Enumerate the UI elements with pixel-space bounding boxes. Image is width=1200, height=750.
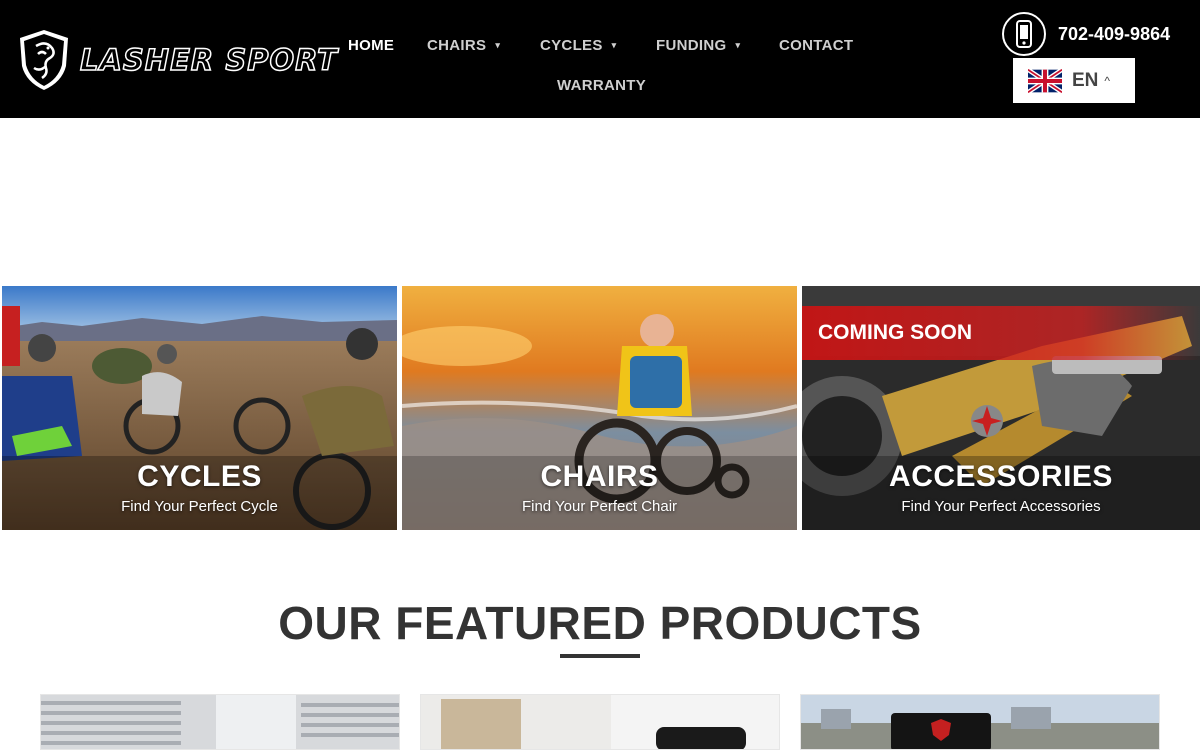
mobile-phone-icon	[1002, 12, 1046, 56]
nav-cycles-label: CYCLES	[540, 37, 603, 54]
nav-cycles[interactable]: CYCLES ▾	[540, 37, 616, 54]
nav-warranty[interactable]: WARRANTY	[557, 77, 646, 94]
phone-number[interactable]: 702-409-9864	[1058, 24, 1170, 45]
nav-contact-label: CONTACT	[779, 37, 854, 54]
language-code: EN	[1072, 69, 1099, 91]
dragon-shield-icon	[20, 30, 68, 90]
product-image	[801, 695, 1159, 749]
nav-contact[interactable]: CONTACT	[779, 37, 853, 54]
featured-products-heading: OUR FEATURED PRODUCTS	[278, 597, 922, 649]
tile-chairs-subtitle: Find Your Perfect Chair	[521, 498, 678, 515]
nav-home-label: HOME	[348, 37, 395, 54]
nav-home[interactable]: HOME	[348, 37, 394, 54]
coming-soon-badge: COMING SOON	[802, 306, 1200, 360]
tile-accessories-title: ACCESSORIES	[889, 460, 1113, 493]
tile-cycles[interactable]: CYCLES Find Your Perfect Cycle	[2, 286, 397, 530]
tile-accessories-subtitle: Find Your Perfect Accessories	[901, 498, 1101, 515]
category-tiles: CYCLES Find Your Perfect Cycle CHAIRS Fi…	[0, 286, 1200, 530]
product-image	[421, 695, 779, 749]
heading-underline	[560, 654, 640, 658]
tile-cycles-title: CYCLES	[137, 460, 262, 493]
product-image	[41, 695, 399, 749]
nav-funding[interactable]: FUNDING ▾	[656, 37, 740, 54]
tile-accessories[interactable]: COMING SOON ACCESSORIES Find Your Perfec…	[802, 286, 1200, 530]
featured-product-card[interactable]	[420, 694, 780, 750]
dropdown-caret-icon: ▾	[735, 40, 741, 50]
dropdown-caret-icon: ▾	[611, 40, 617, 50]
language-switcher[interactable]: EN ^	[1013, 58, 1135, 103]
logo[interactable]: LASHER SPORT	[16, 28, 361, 92]
chevron-up-icon: ^	[1104, 73, 1111, 88]
nav-chairs[interactable]: CHAIRS ▾	[427, 37, 500, 54]
featured-product-card[interactable]	[40, 694, 400, 750]
dropdown-caret-icon: ▾	[495, 40, 501, 50]
phone-contact[interactable]: 702-409-9864	[1002, 12, 1170, 56]
nav-funding-label: FUNDING	[656, 37, 727, 54]
uk-flag-icon	[1028, 68, 1062, 93]
site-header: LASHER SPORT HOME CHAIRS ▾ CYCLES ▾ FUNDIN…	[0, 0, 1200, 118]
tile-chairs-title: CHAIRS	[540, 460, 659, 493]
logo-wordmark: LASHER SPORT	[79, 42, 338, 78]
tile-cycles-subtitle: Find Your Perfect Cycle	[121, 498, 278, 515]
featured-product-card[interactable]	[800, 694, 1160, 750]
tile-chairs[interactable]: CHAIRS Find Your Perfect Chair	[402, 286, 797, 530]
nav-chairs-label: CHAIRS	[427, 37, 487, 54]
nav-warranty-label: WARRANTY	[557, 77, 647, 94]
